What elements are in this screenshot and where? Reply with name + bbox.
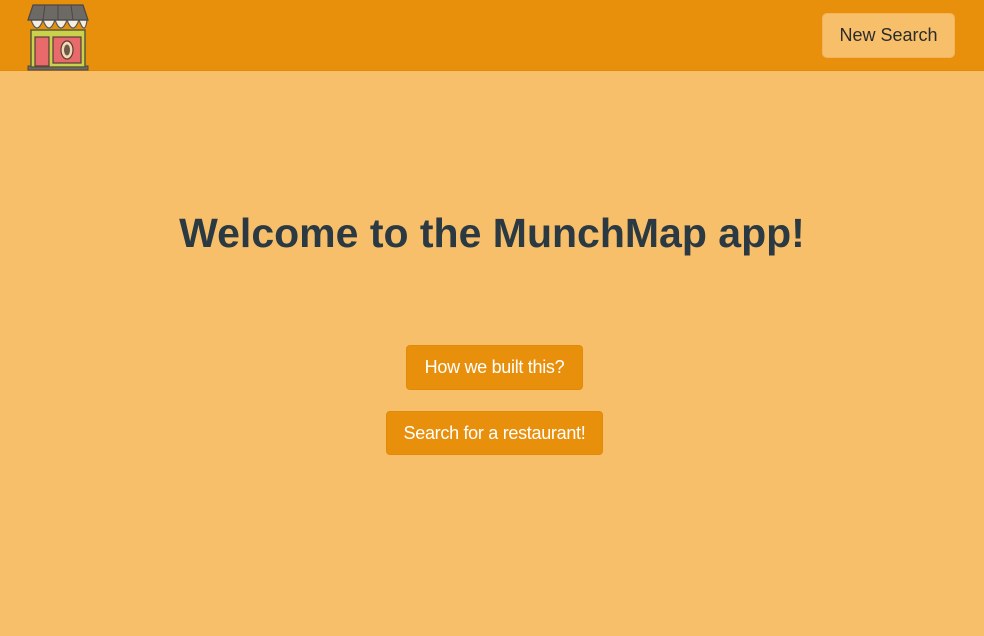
new-search-button[interactable]: New Search: [822, 13, 955, 58]
search-restaurant-button[interactable]: Search for a restaurant!: [386, 411, 603, 455]
top-navbar: New Search: [0, 0, 984, 71]
page-title: Welcome to the MunchMap app!: [179, 210, 805, 256]
how-we-built-button[interactable]: How we built this?: [406, 345, 583, 390]
storefront-icon[interactable]: [27, 2, 89, 72]
